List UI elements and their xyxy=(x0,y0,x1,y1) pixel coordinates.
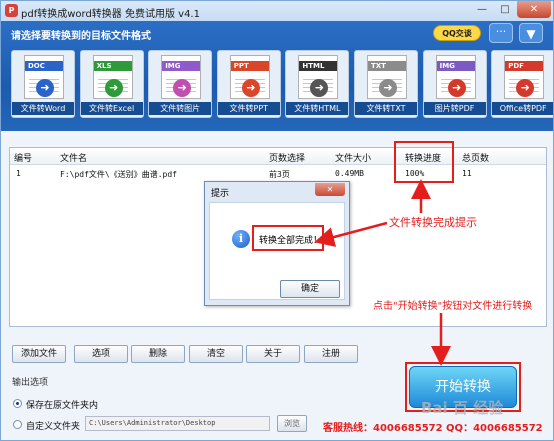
arrow-to-message xyxy=(314,221,388,247)
app-window: P pdf转换成word转换器 免费试用版 v4.1 — □ ✕ 请选择要转换到… xyxy=(0,0,554,441)
annotation-arrows xyxy=(314,179,451,366)
